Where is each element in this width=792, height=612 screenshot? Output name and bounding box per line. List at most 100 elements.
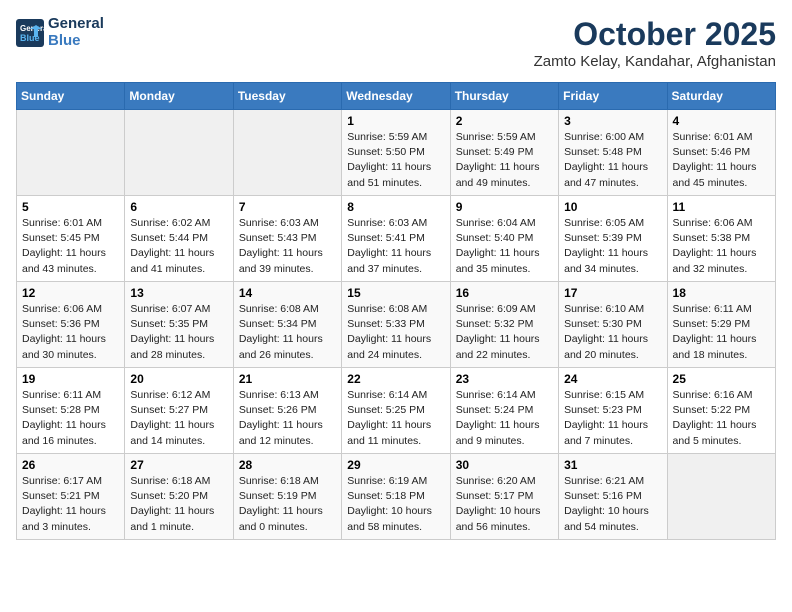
day-detail: Sunrise: 6:14 AMSunset: 5:24 PMDaylight:…: [456, 388, 553, 449]
calendar-cell: 25 Sunrise: 6:16 AMSunset: 5:22 PMDayligh…: [667, 368, 775, 454]
calendar-cell: 20 Sunrise: 6:12 AMSunset: 5:27 PMDayligh…: [125, 368, 233, 454]
day-number: 1: [347, 114, 444, 128]
subtitle: Zamto Kelay, Kandahar, Afghanistan: [534, 53, 776, 70]
calendar-cell: [17, 110, 125, 196]
day-number: 2: [456, 114, 553, 128]
day-number: 4: [673, 114, 770, 128]
calendar-cell: 9 Sunrise: 6:04 AMSunset: 5:40 PMDaylight…: [450, 196, 558, 282]
day-number: 16: [456, 286, 553, 300]
calendar-cell: 10 Sunrise: 6:05 AMSunset: 5:39 PMDayligh…: [559, 196, 667, 282]
calendar-cell: 28Sunrise: 6:18 AMSunset: 5:19 PMDayligh…: [233, 454, 341, 540]
day-detail: Sunrise: 6:08 AMSunset: 5:34 PMDaylight:…: [239, 302, 336, 363]
calendar-cell: 4 Sunrise: 6:01 AMSunset: 5:46 PMDaylight…: [667, 110, 775, 196]
day-detail: Sunrise: 6:17 AMSunset: 5:21 PMDaylight:…: [22, 474, 119, 535]
day-detail: Sunrise: 6:00 AMSunset: 5:48 PMDaylight:…: [564, 130, 661, 191]
day-number: 21: [239, 372, 336, 386]
day-number: 29: [347, 458, 444, 472]
day-detail: Sunrise: 6:20 AMSunset: 5:17 PMDaylight:…: [456, 474, 553, 535]
calendar-cell: 17 Sunrise: 6:10 AMSunset: 5:30 PMDayligh…: [559, 282, 667, 368]
calendar-cell: 29 Sunrise: 6:19 AMSunset: 5:18 PMDayligh…: [342, 454, 450, 540]
day-detail: Sunrise: 6:16 AMSunset: 5:22 PMDaylight:…: [673, 388, 770, 449]
day-detail: Sunrise: 6:07 AMSunset: 5:35 PMDaylight:…: [130, 302, 227, 363]
day-detail: Sunrise: 5:59 AMSunset: 5:49 PMDaylight:…: [456, 130, 553, 191]
day-detail: Sunrise: 6:12 AMSunset: 5:27 PMDaylight:…: [130, 388, 227, 449]
day-number: 26: [22, 458, 119, 472]
calendar-cell: 2 Sunrise: 5:59 AMSunset: 5:49 PMDaylight…: [450, 110, 558, 196]
weekday-header-wednesday: Wednesday: [342, 83, 450, 110]
day-number: 5: [22, 200, 119, 214]
day-detail: Sunrise: 6:19 AMSunset: 5:18 PMDaylight:…: [347, 474, 444, 535]
calendar-cell: 12 Sunrise: 6:06 AMSunset: 5:36 PMDayligh…: [17, 282, 125, 368]
calendar-cell: 23 Sunrise: 6:14 AMSunset: 5:24 PMDayligh…: [450, 368, 558, 454]
day-detail: Sunrise: 6:11 AMSunset: 5:29 PMDaylight:…: [673, 302, 770, 363]
day-detail: Sunrise: 6:18 AMSunset: 5:20 PMDaylight:…: [130, 474, 227, 535]
day-detail: Sunrise: 6:03 AMSunset: 5:43 PMDaylight:…: [239, 216, 336, 277]
day-number: 27: [130, 458, 227, 472]
calendar-cell: [125, 110, 233, 196]
day-detail: Sunrise: 6:08 AMSunset: 5:33 PMDaylight:…: [347, 302, 444, 363]
calendar-cell: 3 Sunrise: 6:00 AMSunset: 5:48 PMDaylight…: [559, 110, 667, 196]
day-detail: Sunrise: 6:04 AMSunset: 5:40 PMDaylight:…: [456, 216, 553, 277]
calendar-cell: 22 Sunrise: 6:14 AMSunset: 5:25 PMDayligh…: [342, 368, 450, 454]
day-number: 6: [130, 200, 227, 214]
day-number: 15: [347, 286, 444, 300]
day-detail: Sunrise: 6:14 AMSunset: 5:25 PMDaylight:…: [347, 388, 444, 449]
logo-general: General: [48, 16, 104, 33]
day-detail: Sunrise: 6:03 AMSunset: 5:41 PMDaylight:…: [347, 216, 444, 277]
day-number: 3: [564, 114, 661, 128]
day-number: 24: [564, 372, 661, 386]
calendar-cell: 5 Sunrise: 6:01 AMSunset: 5:45 PMDaylight…: [17, 196, 125, 282]
day-detail: Sunrise: 5:59 AMSunset: 5:50 PMDaylight:…: [347, 130, 444, 191]
day-number: 10: [564, 200, 661, 214]
day-detail: Sunrise: 6:01 AMSunset: 5:46 PMDaylight:…: [673, 130, 770, 191]
calendar-cell: 6Sunrise: 6:02 AMSunset: 5:44 PMDaylight…: [125, 196, 233, 282]
day-number: 25: [673, 372, 770, 386]
day-number: 11: [673, 200, 770, 214]
calendar: SundayMondayTuesdayWednesdayThursdayFrid…: [16, 82, 776, 540]
weekday-header-thursday: Thursday: [450, 83, 558, 110]
calendar-cell: 15 Sunrise: 6:08 AMSunset: 5:33 PMDayligh…: [342, 282, 450, 368]
day-detail: Sunrise: 6:13 AMSunset: 5:26 PMDaylight:…: [239, 388, 336, 449]
title-section: October 2025 Zamto Kelay, Kandahar, Afgh…: [534, 16, 776, 70]
calendar-cell: 1 Sunrise: 5:59 AMSunset: 5:50 PMDaylight…: [342, 110, 450, 196]
calendar-cell: [667, 454, 775, 540]
day-number: 8: [347, 200, 444, 214]
weekday-header-saturday: Saturday: [667, 83, 775, 110]
month-title: October 2025: [534, 16, 776, 53]
day-detail: Sunrise: 6:06 AMSunset: 5:38 PMDaylight:…: [673, 216, 770, 277]
day-number: 30: [456, 458, 553, 472]
day-number: 17: [564, 286, 661, 300]
weekday-header-sunday: Sunday: [17, 83, 125, 110]
weekday-header-friday: Friday: [559, 83, 667, 110]
weekday-header-tuesday: Tuesday: [233, 83, 341, 110]
calendar-cell: 11 Sunrise: 6:06 AMSunset: 5:38 PMDayligh…: [667, 196, 775, 282]
calendar-cell: 14 Sunrise: 6:08 AMSunset: 5:34 PMDayligh…: [233, 282, 341, 368]
day-detail: Sunrise: 6:10 AMSunset: 5:30 PMDaylight:…: [564, 302, 661, 363]
day-number: 23: [456, 372, 553, 386]
day-number: 14: [239, 286, 336, 300]
logo-icon: General Blue: [16, 19, 44, 47]
day-detail: Sunrise: 6:09 AMSunset: 5:32 PMDaylight:…: [456, 302, 553, 363]
calendar-cell: 24Sunrise: 6:15 AMSunset: 5:23 PMDayligh…: [559, 368, 667, 454]
calendar-cell: 19 Sunrise: 6:11 AMSunset: 5:28 PMDayligh…: [17, 368, 125, 454]
day-number: 22: [347, 372, 444, 386]
day-detail: Sunrise: 6:01 AMSunset: 5:45 PMDaylight:…: [22, 216, 119, 277]
calendar-cell: 27 Sunrise: 6:18 AMSunset: 5:20 PMDayligh…: [125, 454, 233, 540]
day-number: 9: [456, 200, 553, 214]
day-detail: Sunrise: 6:21 AMSunset: 5:16 PMDaylight:…: [564, 474, 661, 535]
day-number: 20: [130, 372, 227, 386]
calendar-cell: [233, 110, 341, 196]
day-number: 18: [673, 286, 770, 300]
day-detail: Sunrise: 6:05 AMSunset: 5:39 PMDaylight:…: [564, 216, 661, 277]
day-number: 7: [239, 200, 336, 214]
day-detail: Sunrise: 6:06 AMSunset: 5:36 PMDaylight:…: [22, 302, 119, 363]
calendar-cell: 13Sunrise: 6:07 AMSunset: 5:35 PMDayligh…: [125, 282, 233, 368]
day-number: 31: [564, 458, 661, 472]
calendar-cell: 16 Sunrise: 6:09 AMSunset: 5:32 PMDayligh…: [450, 282, 558, 368]
day-number: 19: [22, 372, 119, 386]
logo: General Blue General Blue: [16, 16, 104, 49]
day-detail: Sunrise: 6:11 AMSunset: 5:28 PMDaylight:…: [22, 388, 119, 449]
day-number: 12: [22, 286, 119, 300]
calendar-cell: 26 Sunrise: 6:17 AMSunset: 5:21 PMDayligh…: [17, 454, 125, 540]
logo-blue: Blue: [48, 33, 104, 50]
